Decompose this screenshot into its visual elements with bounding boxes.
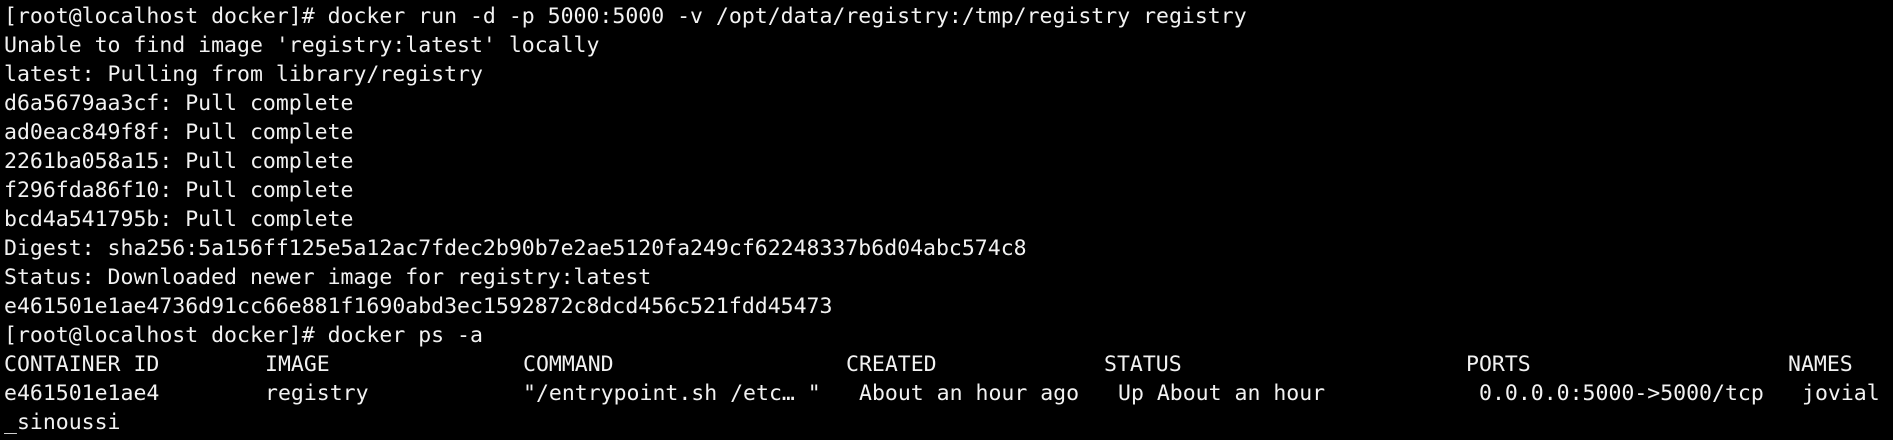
header-image: IMAGE — [265, 352, 330, 377]
header-status: STATUS — [1104, 352, 1182, 377]
cell-created: About an hour ago — [859, 381, 1080, 406]
cell-names-wrapped: _sinoussi — [4, 410, 121, 435]
cell-status: Up About an hour — [1118, 381, 1326, 406]
output-line: latest: Pulling from library/registry — [4, 62, 483, 87]
ps-table-header: CONTAINER ID IMAGE COMMAND CREATED STATU… — [4, 350, 1893, 379]
output-line: e461501e1ae4736d91cc66e881f1690abd3ec159… — [4, 294, 833, 319]
cell-container-id: e461501e1ae4 — [4, 381, 160, 406]
terminal-window[interactable]: [root@localhost docker]# docker run -d -… — [0, 0, 1893, 440]
output-line: f296fda86f10: Pull complete — [4, 178, 354, 203]
output-line: Status: Downloaded newer image for regis… — [4, 265, 652, 290]
prompt-line: [root@localhost docker]# docker ps -a — [4, 323, 483, 348]
output-line: bcd4a541795b: Pull complete — [4, 207, 354, 232]
output-line: Unable to find image 'registry:latest' l… — [4, 33, 600, 58]
prompt-line: [root@localhost docker]# docker run -d -… — [4, 4, 1247, 29]
header-command: COMMAND — [523, 352, 614, 377]
output-line: d6a5679aa3cf: Pull complete — [4, 91, 354, 116]
header-created: CREATED — [846, 352, 937, 377]
output-line: ad0eac849f8f: Pull complete — [4, 120, 354, 145]
cell-names: jovial — [1802, 381, 1880, 406]
cell-command: "/entrypoint.sh /etc… " — [523, 381, 821, 406]
output-line: 2261ba058a15: Pull complete — [4, 149, 354, 174]
output-line: Digest: sha256:5a156ff125e5a12ac7fdec2b9… — [4, 236, 1027, 261]
header-container-id: CONTAINER ID — [4, 352, 160, 377]
cell-ports: 0.0.0.0:5000->5000/tcp — [1479, 381, 1764, 406]
cell-image: registry — [265, 381, 369, 406]
header-names: NAMES — [1788, 352, 1853, 377]
table-row: e461501e1ae4 registry "/entrypoint.sh /e… — [4, 379, 1893, 408]
header-ports: PORTS — [1466, 352, 1531, 377]
